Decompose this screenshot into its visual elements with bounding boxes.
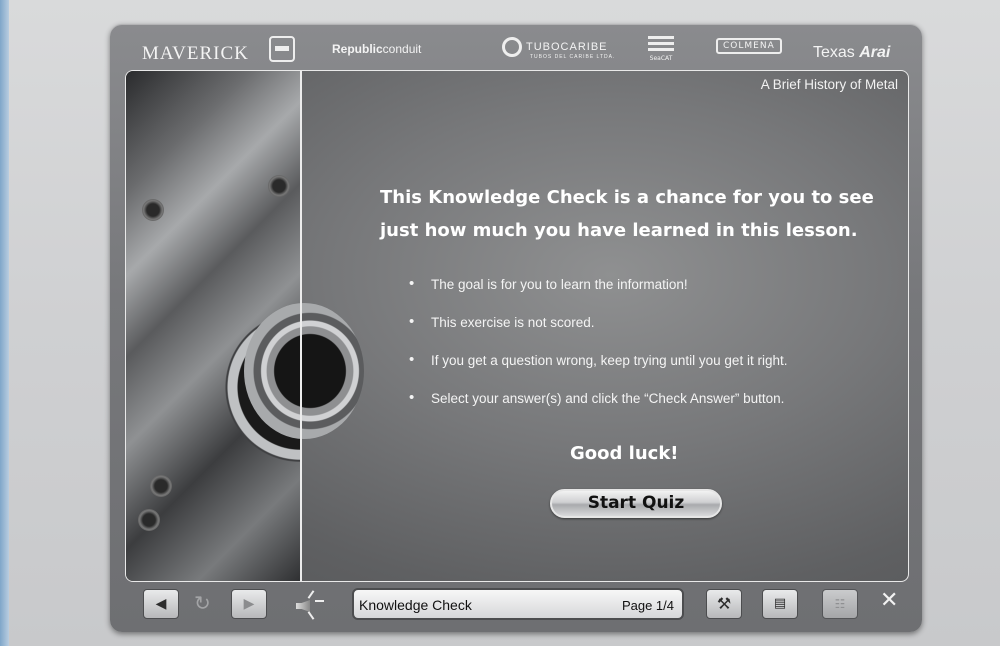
republic-conduit-logo: Republicconduit [332, 42, 421, 56]
colmena-logo: COLMENA [716, 38, 782, 54]
pipe-end-image [244, 303, 364, 439]
status-bar: Knowledge Check Page 1/4 [352, 588, 684, 620]
sound-wave [315, 600, 324, 602]
close-icon[interactable]: ✕ [880, 588, 898, 613]
seacat-logo-text: SeaCAT [649, 55, 673, 62]
list-item: If you get a question wrong, keep trying… [409, 346, 787, 385]
maverick-logo: MAVERICK [142, 43, 249, 64]
republic-logo-light: conduit [382, 42, 422, 56]
back-button[interactable]: ◀ [143, 589, 179, 619]
page-indicator: Page 1/4 [621, 598, 674, 613]
good-luck-text: Good luck! [570, 443, 679, 464]
seacat-logo: SeaCAT [648, 36, 674, 62]
sound-wave [307, 590, 315, 599]
speaker-icon[interactable] [290, 588, 326, 622]
status-title: Knowledge Check [359, 597, 472, 613]
bolt-hole [142, 199, 164, 221]
texas-logo-text: Texas [813, 44, 855, 61]
tools-icon: ⚒ [716, 594, 732, 613]
glossary-book-icon: ▤ [773, 596, 787, 611]
texas-arai-logo: Texas Arai [813, 44, 890, 62]
sponsor-logo-bar: MAVERICK Republicconduit TUBOCARIBE TUBOS… [110, 24, 922, 70]
speaker-cone [296, 600, 310, 612]
list-item: Select your answer(s) and click the “Che… [409, 384, 787, 423]
bolt-hole [138, 509, 160, 531]
republic-logo-bold: Republic [332, 42, 383, 56]
course-title: A Brief History of Metal [760, 77, 898, 92]
bolt-hole [150, 475, 172, 497]
start-quiz-button[interactable]: Start Quiz [550, 489, 722, 518]
sound-wave [307, 611, 315, 620]
list-item: The goal is for you to learn the informa… [409, 270, 787, 309]
next-arrow-icon: ▶ [243, 596, 255, 612]
course-map-icon: ☷ [834, 597, 846, 611]
arai-logo-text: Arai [859, 44, 891, 61]
instruction-list: The goal is for you to learn the informa… [409, 270, 787, 423]
navigation-bar: ◀ ↻ ▶ Knowledge Check Page 1/4 ⚒ ▤ ☷ ✕ [110, 582, 922, 632]
intro-text: This Knowledge Check is a chance for you… [380, 187, 874, 241]
left-edge-strip [0, 0, 9, 646]
bolt-hole [268, 175, 290, 197]
photo-divider [300, 71, 302, 581]
seacat-mark-icon [648, 36, 674, 54]
back-arrow-icon: ◀ [155, 596, 167, 612]
tools-button[interactable]: ⚒ [706, 589, 742, 619]
list-item: This exercise is not scored. [409, 308, 787, 347]
course-map-button[interactable]: ☷ [822, 589, 858, 619]
tubocaribe-logo-text: TUBOCARIBE [526, 40, 608, 53]
tubocaribe-logo: TUBOCARIBE TUBOS DEL CARIBE LTDA. [502, 37, 615, 60]
replay-icon[interactable]: ↻ [194, 591, 211, 615]
tubocaribe-logo-subtext: TUBOS DEL CARIBE LTDA. [530, 54, 616, 60]
course-player-window: MAVERICK Republicconduit TUBOCARIBE TUBOS… [110, 24, 922, 632]
next-button[interactable]: ▶ [231, 589, 267, 619]
glossary-button[interactable]: ▤ [762, 589, 798, 619]
tubocaribe-ring-icon [502, 37, 522, 57]
content-screen: A Brief History of Metal This Knowledge … [125, 70, 909, 582]
badge-logo-icon [269, 36, 295, 62]
